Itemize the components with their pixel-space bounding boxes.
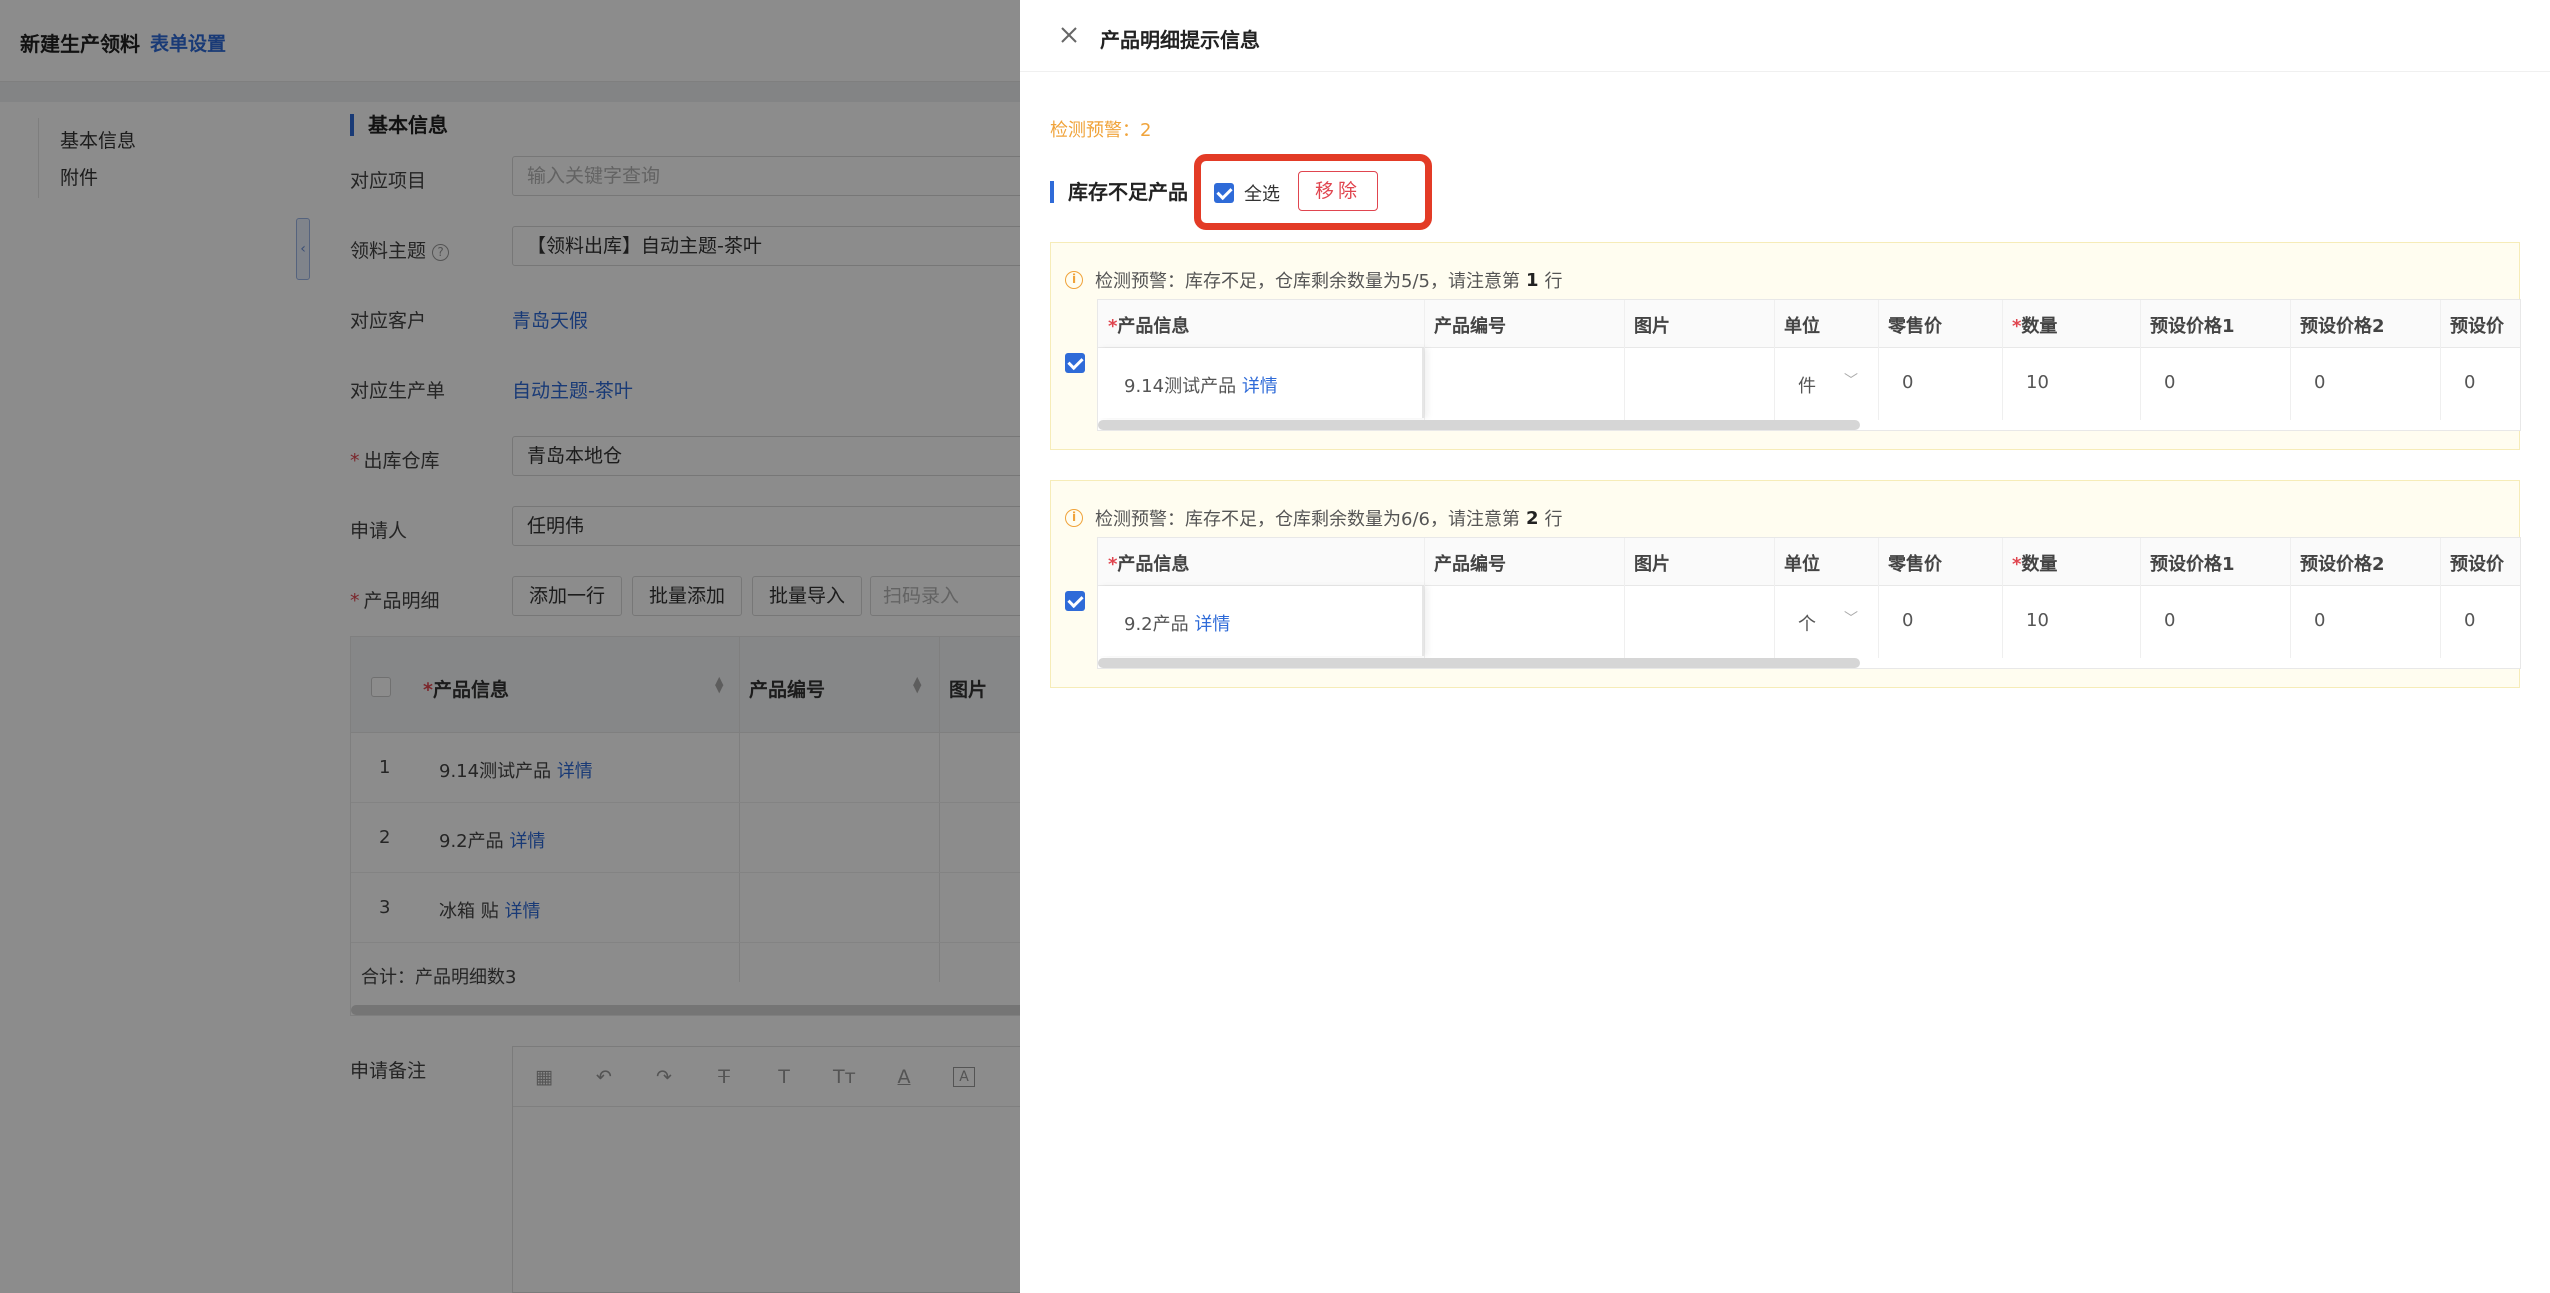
insufficient-stock-title: 库存不足产品: [1050, 181, 1188, 203]
column-divider: [2290, 300, 2291, 420]
warning-text-suffix: 行: [1544, 509, 1563, 530]
header-quantity: *数量: [2012, 550, 2057, 576]
header-product-code: 产品编号: [1434, 316, 1506, 337]
column-divider: [2440, 300, 2441, 420]
column-divider: [1624, 538, 1625, 658]
preset-price-1-value[interactable]: 0: [2164, 372, 2175, 393]
warning-line-number: 1: [1525, 269, 1539, 291]
product-name-text: 9.14测试产品: [1124, 376, 1237, 397]
column-divider: [2140, 538, 2141, 658]
column-divider: [1774, 538, 1775, 658]
column-divider: [1774, 300, 1775, 420]
header-image: 图片: [1634, 316, 1670, 337]
warning-table-header: *产品信息 产品编号 图片 单位 零售价 *数量 预设价格1 预设价格2 预设价: [1098, 538, 2520, 586]
drawer-title: 产品明细提示信息: [1100, 28, 1260, 52]
column-divider: [2002, 300, 2003, 420]
header-product-code: 产品编号: [1434, 554, 1506, 575]
header-preset-price-3: 预设价: [2450, 316, 2504, 337]
required-mark: *: [1108, 316, 1118, 337]
table-scrollbar[interactable]: [1098, 658, 1860, 668]
header-quantity: *数量: [2012, 312, 2057, 338]
preset-price-3-value[interactable]: 0: [2464, 372, 2475, 393]
column-divider: [2440, 538, 2441, 658]
header-product-info-text: 产品信息: [1117, 316, 1190, 337]
warning-card: i 检测预警：库存不足，仓库剩余数量为6/6，请注意第 2 行 *产品信息 产品…: [1050, 480, 2521, 688]
table-scrollbar[interactable]: [1098, 420, 1860, 430]
header-preset-price-2: 预设价格2: [2300, 316, 2385, 337]
required-mark: *: [2012, 316, 2022, 337]
warning-product-table: *产品信息 产品编号 图片 单位 零售价 *数量 预设价格1 预设价格2 预设价…: [1097, 537, 2521, 669]
preset-price-3-value[interactable]: 0: [2464, 610, 2475, 631]
warning-text: 检测预警：库存不足，仓库剩余数量为5/5，请注意第: [1095, 271, 1520, 292]
header-product-info: *产品信息: [1108, 550, 1189, 576]
warning-count: 检测预警：2: [1050, 120, 1152, 141]
header-image: 图片: [1634, 554, 1670, 575]
warning-text: 检测预警：库存不足，仓库剩余数量为6/6，请注意第: [1095, 509, 1520, 530]
row-checkbox[interactable]: [1065, 353, 1085, 373]
header-quantity-text: 数量: [2021, 554, 2058, 575]
header-unit: 单位: [1784, 316, 1820, 337]
info-icon: i: [1065, 271, 1083, 289]
info-icon: i: [1065, 509, 1083, 527]
product-name: 9.14测试产品 详情: [1124, 372, 1278, 398]
chevron-down-icon[interactable]: ﹀: [1844, 370, 1858, 390]
header-product-info-text: 产品信息: [1117, 554, 1190, 575]
preset-price-2-value[interactable]: 0: [2314, 372, 2325, 393]
header-preset-price-1: 预设价格1: [2150, 554, 2235, 575]
select-all-label: 全选: [1244, 184, 1280, 205]
warning-message: i 检测预警：库存不足，仓库剩余数量为6/6，请注意第 2 行: [1065, 505, 1563, 531]
retail-price-value[interactable]: 0: [1902, 610, 1913, 631]
column-divider: [1878, 538, 1879, 658]
header-retail-price: 零售价: [1888, 554, 1942, 575]
preset-price-2-value[interactable]: 0: [2314, 610, 2325, 631]
column-divider: [2290, 538, 2291, 658]
warning-table-header: *产品信息 产品编号 图片 单位 零售价 *数量 预设价格1 预设价格2 预设价: [1098, 300, 2520, 348]
detail-link[interactable]: 详情: [1242, 376, 1278, 397]
product-name-text: 9.2产品: [1124, 614, 1189, 635]
header-preset-price-2: 预设价格2: [2300, 554, 2385, 575]
remove-button[interactable]: 移除: [1298, 171, 1378, 211]
preset-price-1-value[interactable]: 0: [2164, 610, 2175, 631]
product-name: 9.2产品 详情: [1124, 610, 1230, 636]
column-divider: [1624, 300, 1625, 420]
quantity-value[interactable]: 10: [2026, 372, 2049, 393]
drawer-header: 产品明细提示信息: [1020, 0, 2550, 72]
warning-card: i 检测预警：库存不足，仓库剩余数量为5/5，请注意第 1 行 *产品信息 产品…: [1050, 242, 2521, 450]
warning-message: i 检测预警：库存不足，仓库剩余数量为5/5，请注意第 1 行: [1065, 267, 1563, 293]
column-divider: [1878, 300, 1879, 420]
column-divider: [2140, 300, 2141, 420]
column-divider: [1424, 300, 1425, 420]
product-detail-drawer: 产品明细提示信息 检测预警：2 库存不足产品 全选 移除 i 检测预警：库存不足…: [1020, 0, 2550, 1293]
close-icon[interactable]: [1056, 22, 1082, 48]
detail-link[interactable]: 详情: [1194, 614, 1230, 635]
required-mark: *: [1108, 554, 1118, 575]
header-preset-price-1: 预设价格1: [2150, 316, 2235, 337]
warning-line-number: 2: [1525, 507, 1539, 529]
product-cell: 9.14测试产品 详情: [1098, 348, 1424, 418]
unit-select[interactable]: 件: [1798, 372, 1816, 398]
quantity-value[interactable]: 10: [2026, 610, 2049, 631]
select-all-checkbox[interactable]: 全选: [1214, 180, 1280, 206]
column-divider: [2002, 538, 2003, 658]
checkbox-checked-icon[interactable]: [1214, 183, 1234, 203]
header-unit: 单位: [1784, 554, 1820, 575]
product-cell: 9.2产品 详情: [1098, 586, 1424, 656]
header-retail-price: 零售价: [1888, 316, 1942, 337]
header-preset-price-3: 预设价: [2450, 554, 2504, 575]
unit-select[interactable]: 个: [1798, 610, 1816, 636]
header-quantity-text: 数量: [2021, 316, 2058, 337]
column-divider: [1424, 538, 1425, 658]
row-checkbox[interactable]: [1065, 591, 1085, 611]
warning-product-table: *产品信息 产品编号 图片 单位 零售价 *数量 预设价格1 预设价格2 预设价…: [1097, 299, 2521, 431]
warning-text-suffix: 行: [1544, 271, 1563, 292]
header-product-info: *产品信息: [1108, 312, 1189, 338]
required-mark: *: [2012, 554, 2022, 575]
chevron-down-icon[interactable]: ﹀: [1844, 608, 1858, 628]
retail-price-value[interactable]: 0: [1902, 372, 1913, 393]
